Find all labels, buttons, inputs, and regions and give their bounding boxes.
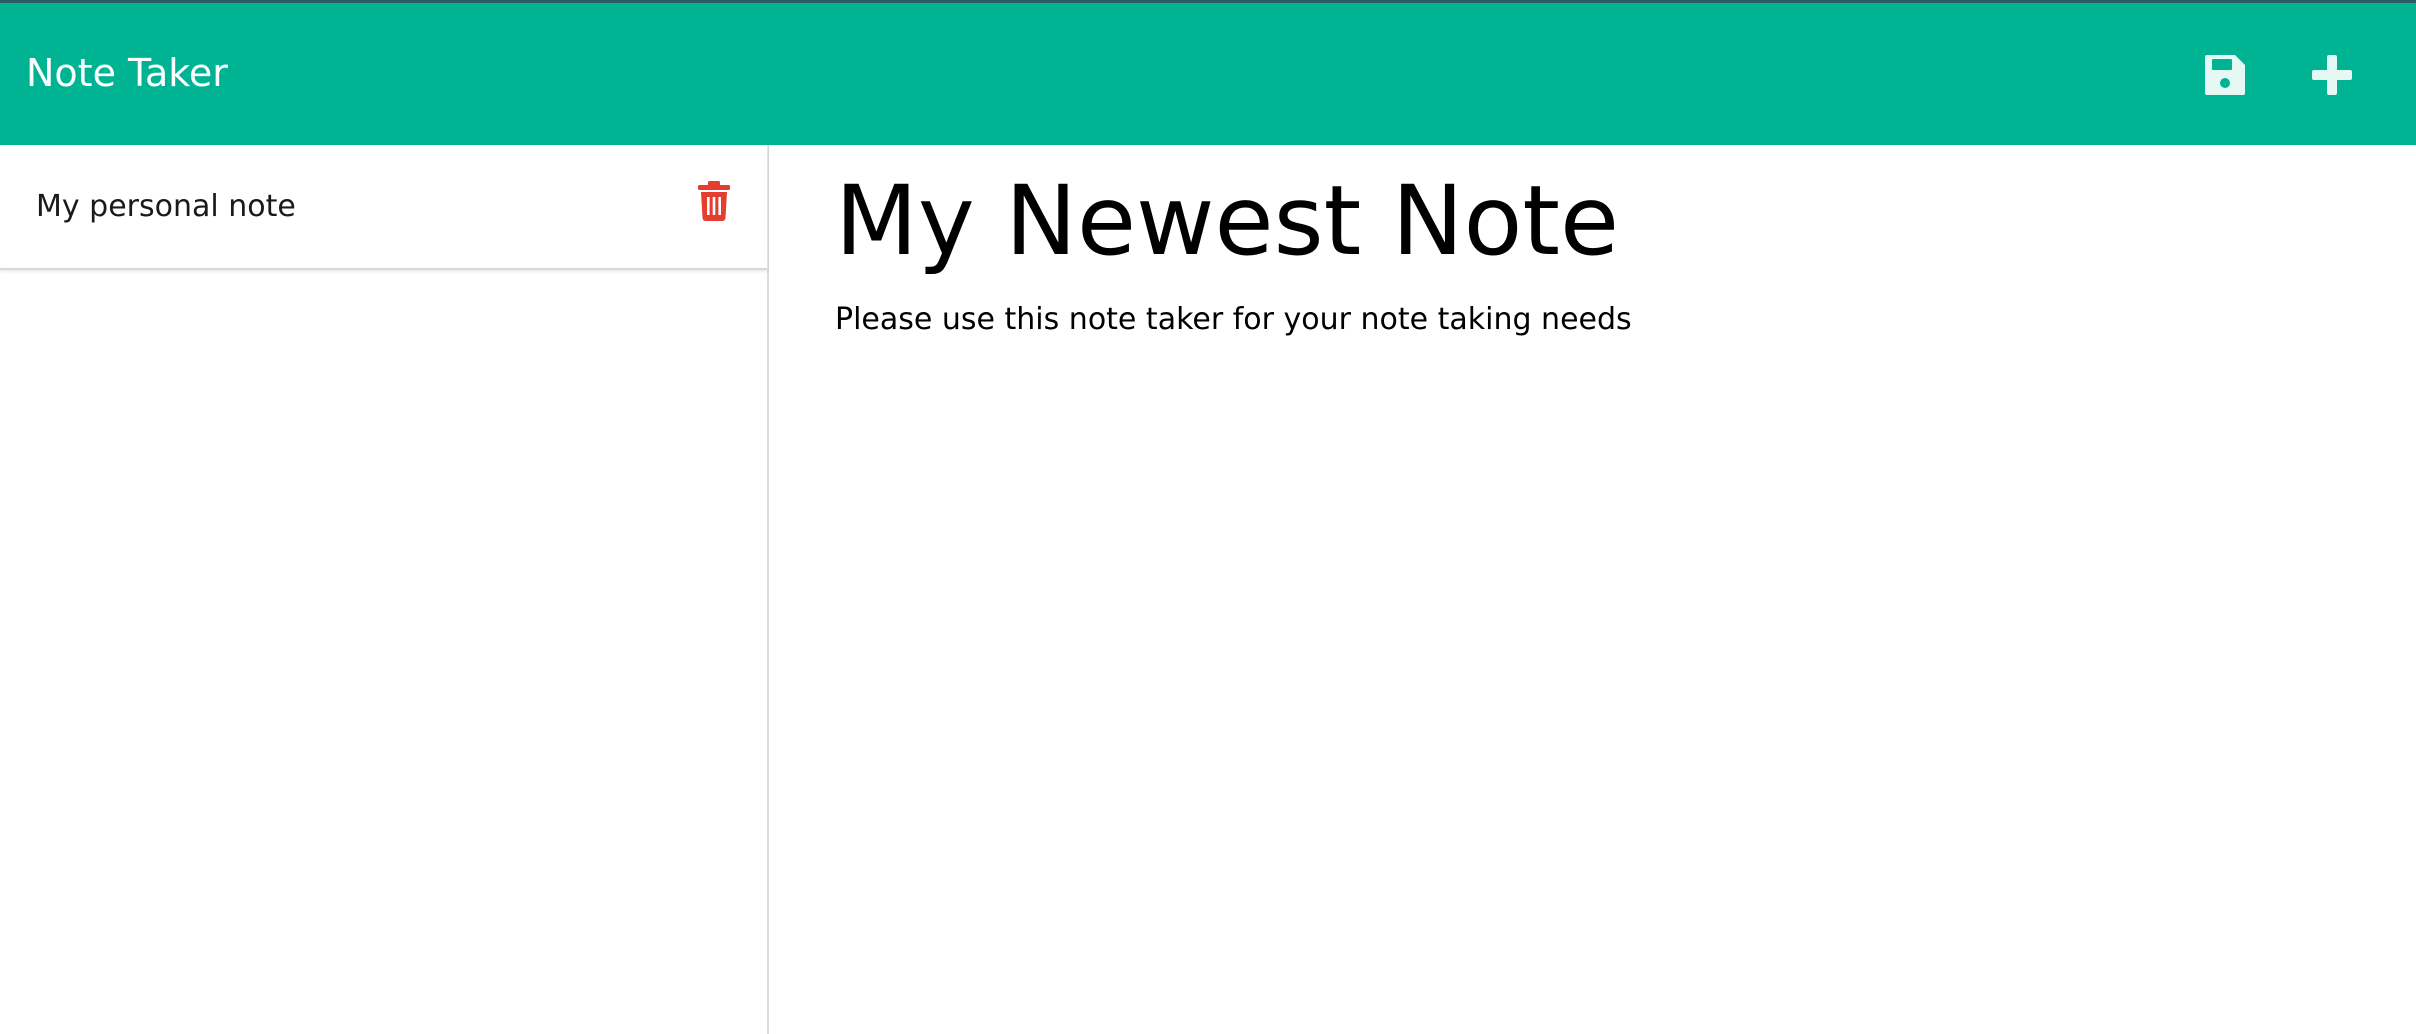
note-title-input[interactable]: My Newest Note — [835, 163, 1619, 279]
trash-icon[interactable] — [697, 181, 731, 221]
brand-link[interactable]: Note Taker — [26, 50, 228, 96]
note-editor: My Newest Note Please use this note take… — [771, 145, 2416, 1034]
note-list-item[interactable]: My personal note — [0, 145, 768, 270]
note-list-item-title[interactable]: My personal note — [36, 189, 296, 225]
navbar: Note Taker — [0, 0, 2416, 145]
plus-icon[interactable] — [2308, 51, 2356, 99]
note-text-area[interactable]: Please use this note taker for your note… — [835, 302, 1632, 338]
floppy-disk-icon[interactable] — [2201, 51, 2249, 99]
note-list-sidebar: My personal note — [0, 145, 769, 1034]
